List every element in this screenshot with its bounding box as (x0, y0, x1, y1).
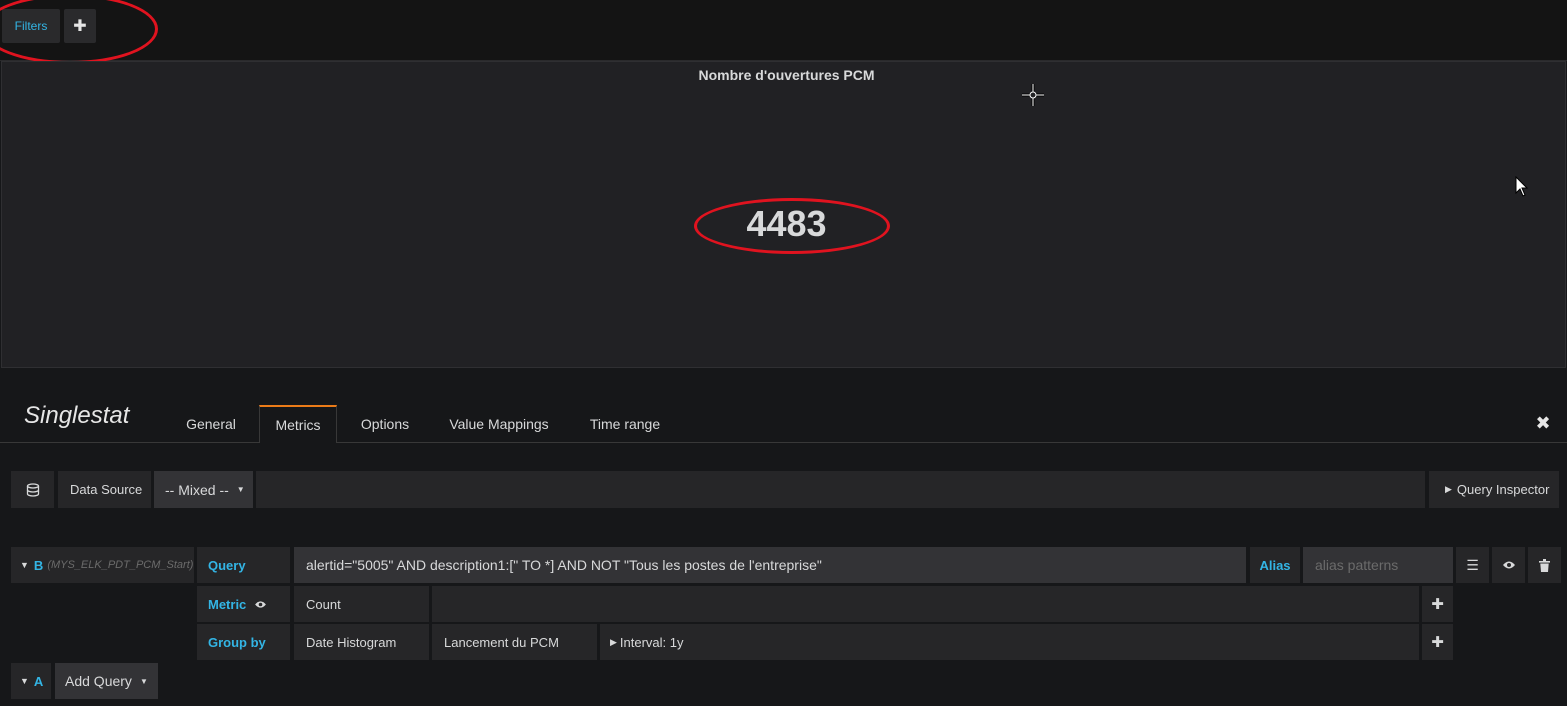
tab-time-range[interactable]: Time range (576, 405, 674, 443)
close-editor-button[interactable]: ✖ (1532, 412, 1554, 434)
eye-icon[interactable] (254, 600, 267, 609)
collapse-caret-icon: ▼ (20, 676, 29, 686)
plus-icon: ✚ (1431, 634, 1444, 651)
data-source-filler (256, 471, 1425, 508)
collapse-caret-icon: ▼ (20, 560, 29, 570)
editor-title: Singlestat (24, 402, 130, 429)
close-icon: ✖ (1535, 412, 1551, 433)
tab-general[interactable]: General (174, 405, 248, 443)
group-by-field[interactable]: Lancement du PCM (432, 624, 597, 660)
metric-label: Metric (208, 596, 247, 612)
trash-icon (1539, 558, 1550, 572)
interval-label: Interval: 1y (619, 634, 684, 650)
eye-icon (1502, 561, 1515, 569)
alias-label: Alias (1250, 547, 1300, 583)
mouse-pointer-icon (1515, 176, 1529, 197)
query-menu-button[interactable]: ☰ (1456, 547, 1489, 583)
add-group-by-button[interactable]: ✚ (1422, 624, 1453, 660)
top-bar (0, 0, 1567, 61)
add-query-button[interactable]: Add Query ▼ (55, 663, 158, 699)
query-b-name: (MYS_ELK_PDT_PCM_Start) (47, 559, 194, 571)
menu-icon: ☰ (1466, 556, 1479, 573)
tab-value-mappings[interactable]: Value Mappings (437, 405, 561, 443)
query-b-ref: B (33, 557, 44, 573)
query-b-header[interactable]: ▼ B (MYS_ELK_PDT_PCM_Start) (11, 547, 194, 583)
metric-label-cell: Metric (197, 586, 290, 622)
query-label: Query (197, 547, 290, 583)
query-a-header[interactable]: ▼ A (11, 663, 51, 699)
data-source-value: -- Mixed -- (165, 481, 229, 498)
group-by-label: Group by (197, 624, 290, 660)
toggle-visibility-button[interactable] (1492, 547, 1525, 583)
panel-title[interactable]: Nombre d'ouvertures PCM (0, 67, 1567, 83)
query-a-ref: A (33, 673, 44, 689)
database-icon-cell (11, 471, 54, 508)
add-query-label: Add Query (65, 673, 132, 689)
group-by-type[interactable]: Date Histogram (294, 624, 429, 660)
annotation-circle-value (694, 198, 890, 254)
query-input[interactable]: alertid="5005" AND description1:[" TO *]… (294, 547, 1246, 583)
caret-right-icon: ▶ (1445, 484, 1452, 494)
caret-right-icon: ▶ (610, 636, 617, 647)
data-source-select[interactable]: -- Mixed -- ▼ (154, 471, 253, 508)
database-icon (26, 482, 39, 497)
metric-type[interactable]: Count (294, 586, 429, 622)
delete-query-button[interactable] (1528, 547, 1561, 583)
chevron-down-icon: ▼ (236, 485, 245, 494)
query-inspector-button[interactable]: ▶ Query Inspector (1429, 471, 1559, 508)
data-source-label: Data Source (58, 471, 151, 508)
query-inspector-label: Query Inspector (1456, 482, 1550, 497)
crosshair-cursor-icon (1022, 84, 1044, 106)
plus-icon: ✚ (1431, 596, 1444, 613)
chevron-down-icon: ▼ (139, 676, 148, 686)
tab-metrics[interactable]: Metrics (259, 405, 337, 443)
interval-options[interactable]: ▶ Interval: 1y (600, 624, 1419, 660)
add-metric-button[interactable]: ✚ (1422, 586, 1453, 622)
tab-options[interactable]: Options (348, 405, 422, 443)
alias-input[interactable]: alias patterns (1303, 547, 1453, 583)
metric-filler (432, 586, 1419, 622)
